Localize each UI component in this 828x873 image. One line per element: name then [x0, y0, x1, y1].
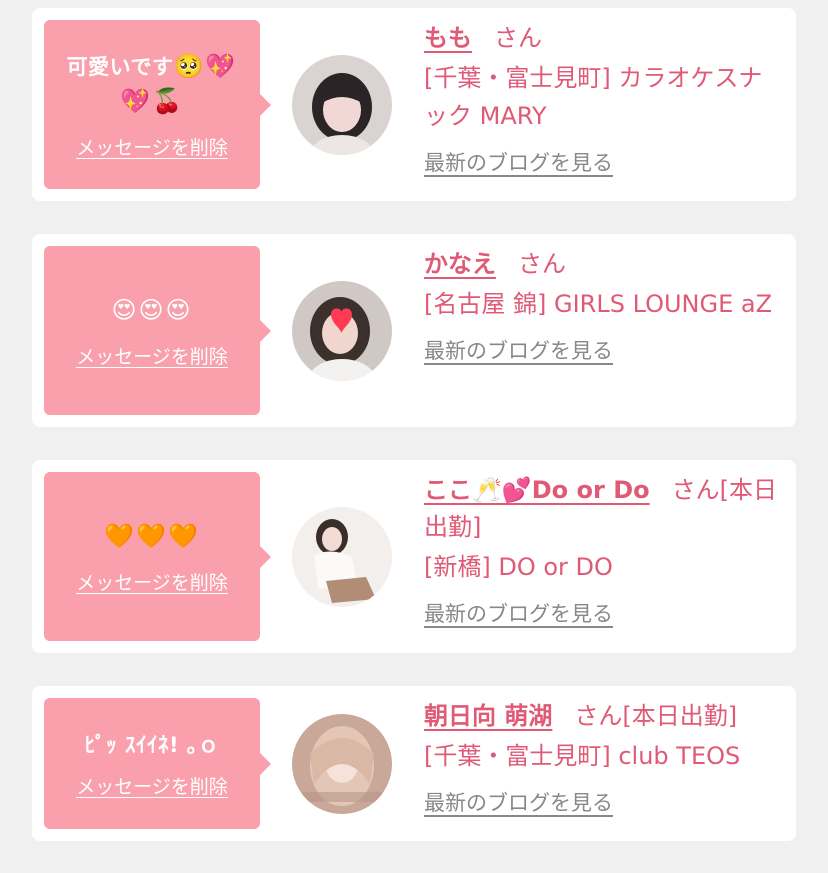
cast-name-link[interactable]: かなえ: [424, 250, 496, 278]
message-card: 可愛いです🥺💖 💖🍒 メッセージを削除 もも さん [千葉・富士見町] カラオケス…: [32, 8, 796, 201]
honorific: さん[本日出勤]: [574, 702, 738, 730]
shop-name: [名古屋 錦] GIRLS LOUNGE aZ: [424, 290, 773, 318]
cast-info: かなえ さん [名古屋 錦] GIRLS LOUNGE aZ 最新のブログを見る: [424, 246, 782, 365]
shop-name: [千葉・富士見町] club TEOS: [424, 742, 741, 770]
avatar[interactable]: [292, 507, 392, 607]
delete-message-link[interactable]: メッセージを削除: [76, 133, 228, 160]
message-emoji: 💖🍒: [120, 87, 184, 115]
message-bubble: 🧡🧡🧡 メッセージを削除: [44, 472, 271, 641]
latest-blog-link[interactable]: 最新のブログを見る: [424, 598, 613, 628]
message-emoji: 😍😍😍: [111, 295, 193, 324]
message-text: ﾋﾟｯ ｽｲｲﾈ! ｡ｏ: [84, 733, 220, 757]
cast-name-link[interactable]: ここ🥂💕Do or Do: [424, 476, 650, 504]
honorific: さん: [518, 250, 566, 278]
message-card: 😍😍😍 メッセージを削除 かなえ さん [名古屋 錦] GIRLS LOUNGE …: [32, 234, 796, 427]
delete-message-link[interactable]: メッセージを削除: [76, 772, 228, 799]
shop-name: [千葉・富士見町] カラオケスナック MARY: [424, 64, 763, 130]
latest-blog-link[interactable]: 最新のブログを見る: [424, 147, 613, 177]
message-text: 可愛いです🥺💖 💖🍒: [66, 52, 238, 115]
avatar[interactable]: [292, 714, 392, 814]
message-emoji: 🥺💖: [173, 52, 238, 80]
cast-name-link[interactable]: もも: [424, 24, 472, 52]
avatar[interactable]: [292, 281, 392, 381]
shop-name: [新橋] DO or DO: [424, 553, 613, 581]
message-bubble: 😍😍😍 メッセージを削除: [44, 246, 271, 415]
message-card: 🧡🧡🧡 メッセージを削除 ここ🥂💕Do or Do さん[本日出勤] [新橋] D…: [32, 460, 796, 653]
cast-info: ここ🥂💕Do or Do さん[本日出勤] [新橋] DO or DO 最新のブロ…: [424, 472, 782, 628]
honorific: さん: [494, 24, 542, 52]
message-card: ﾋﾟｯ ｽｲｲﾈ! ｡ｏ メッセージを削除 朝日向 萌湖 さん[本日出勤] [千葉…: [32, 686, 796, 841]
delete-message-link[interactable]: メッセージを削除: [76, 342, 228, 369]
message-text: 🧡🧡🧡: [104, 519, 200, 554]
latest-blog-link[interactable]: 最新のブログを見る: [424, 787, 613, 817]
delete-message-link[interactable]: メッセージを削除: [76, 568, 228, 595]
cast-info: もも さん [千葉・富士見町] カラオケスナック MARY 最新のブログを見る: [424, 20, 782, 177]
avatar[interactable]: [292, 55, 392, 155]
message-text: 😍😍😍: [111, 293, 192, 328]
cast-info: 朝日向 萌湖 さん[本日出勤] [千葉・富士見町] club TEOS 最新のブロ…: [424, 698, 782, 817]
cast-name-link[interactable]: 朝日向 萌湖: [424, 702, 552, 730]
latest-blog-link[interactable]: 最新のブログを見る: [424, 335, 613, 365]
message-emoji: 🧡🧡🧡: [104, 521, 200, 550]
message-bubble: ﾋﾟｯ ｽｲｲﾈ! ｡ｏ メッセージを削除: [44, 698, 271, 829]
message-bubble: 可愛いです🥺💖 💖🍒 メッセージを削除: [44, 20, 271, 189]
